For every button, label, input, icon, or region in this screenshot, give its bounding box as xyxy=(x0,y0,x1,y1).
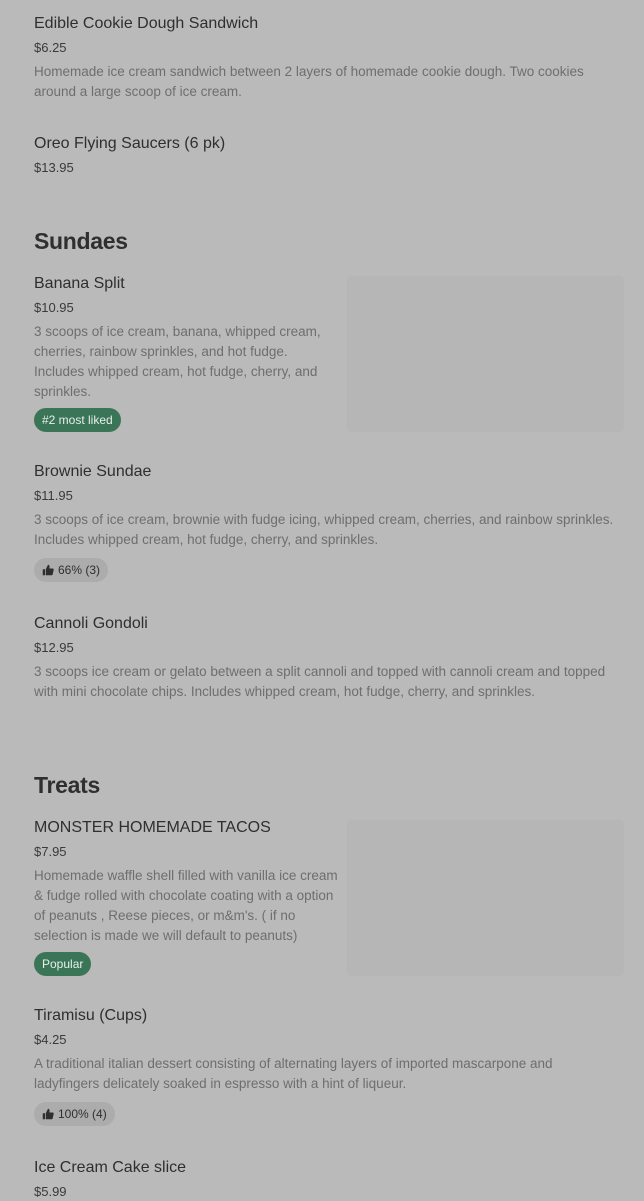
item-description: Homemade ice cream sandwich between 2 la… xyxy=(34,64,584,99)
item-name: Cannoli Gondoli xyxy=(34,615,148,632)
menu-item-tiramisu-cups[interactable]: Tiramisu (Cups) $4.25 A traditional ital… xyxy=(34,1006,614,1126)
item-price: $12.95 xyxy=(34,640,74,655)
rating-text: 100% (4) xyxy=(58,1107,107,1121)
rating-text: 66% (3) xyxy=(58,563,101,577)
item-name: Ice Cream Cake slice xyxy=(34,1159,187,1176)
thumbs-up-icon xyxy=(42,564,54,576)
item-price: $6.25 xyxy=(34,40,67,55)
item-name: Tiramisu (Cups) xyxy=(34,1007,148,1024)
item-name: Oreo Flying Saucers (6 pk) xyxy=(34,135,226,152)
section-title-treats: Treats xyxy=(34,772,100,798)
menu-item-monster-homemade-tacos[interactable]: MONSTER HOMEMADE TACOS $7.95 Homemade wa… xyxy=(34,818,340,976)
rating-badge: 66% (3) xyxy=(34,558,109,582)
most-liked-badge: #2 most liked xyxy=(34,408,121,432)
item-image-banana-split[interactable] xyxy=(347,276,624,432)
item-description: A traditional italian dessert consisting… xyxy=(34,1056,553,1091)
item-name: Edible Cookie Dough Sandwich xyxy=(34,15,259,32)
item-price: $5.99 xyxy=(34,1184,67,1199)
menu-item-brownie-sundae[interactable]: Brownie Sundae $11.95 3 scoops of ice cr… xyxy=(34,462,614,582)
menu-item-cannoli-gondoli[interactable]: Cannoli Gondoli $12.95 3 scoops ice crea… xyxy=(34,614,614,702)
item-description: 3 scoops of ice cream, banana, whipped c… xyxy=(34,324,321,399)
menu-item-edible-cookie-dough-sandwich[interactable]: Edible Cookie Dough Sandwich $6.25 Homem… xyxy=(34,14,614,102)
item-price: $4.25 xyxy=(34,1032,67,1047)
item-price: $13.95 xyxy=(34,160,74,175)
item-description: 3 scoops ice cream or gelato between a s… xyxy=(34,664,606,699)
menu-item-oreo-flying-saucers[interactable]: Oreo Flying Saucers (6 pk) $13.95 xyxy=(34,134,225,177)
rating-badge: 100% (4) xyxy=(34,1102,115,1126)
item-image-monster-homemade-tacos[interactable] xyxy=(347,820,624,976)
menu-item-ice-cream-cake-slice[interactable]: Ice Cream Cake slice $5.99 xyxy=(34,1158,186,1201)
popular-badge: Popular xyxy=(34,952,92,976)
item-price: $10.95 xyxy=(34,300,74,315)
item-name: MONSTER HOMEMADE TACOS xyxy=(34,819,271,836)
item-price: $7.95 xyxy=(34,844,67,859)
section-title-sundaes: Sundaes xyxy=(34,228,128,254)
item-name: Banana Split xyxy=(34,275,125,292)
item-description: Homemade waffle shell filled with vanill… xyxy=(34,868,338,943)
item-price: $11.95 xyxy=(34,488,73,503)
thumbs-up-icon xyxy=(42,1108,54,1120)
item-name: Brownie Sundae xyxy=(34,463,152,480)
menu-item-banana-split[interactable]: Banana Split $10.95 3 scoops of ice crea… xyxy=(34,274,340,432)
item-description: 3 scoops of ice cream, brownie with fudg… xyxy=(34,512,614,547)
